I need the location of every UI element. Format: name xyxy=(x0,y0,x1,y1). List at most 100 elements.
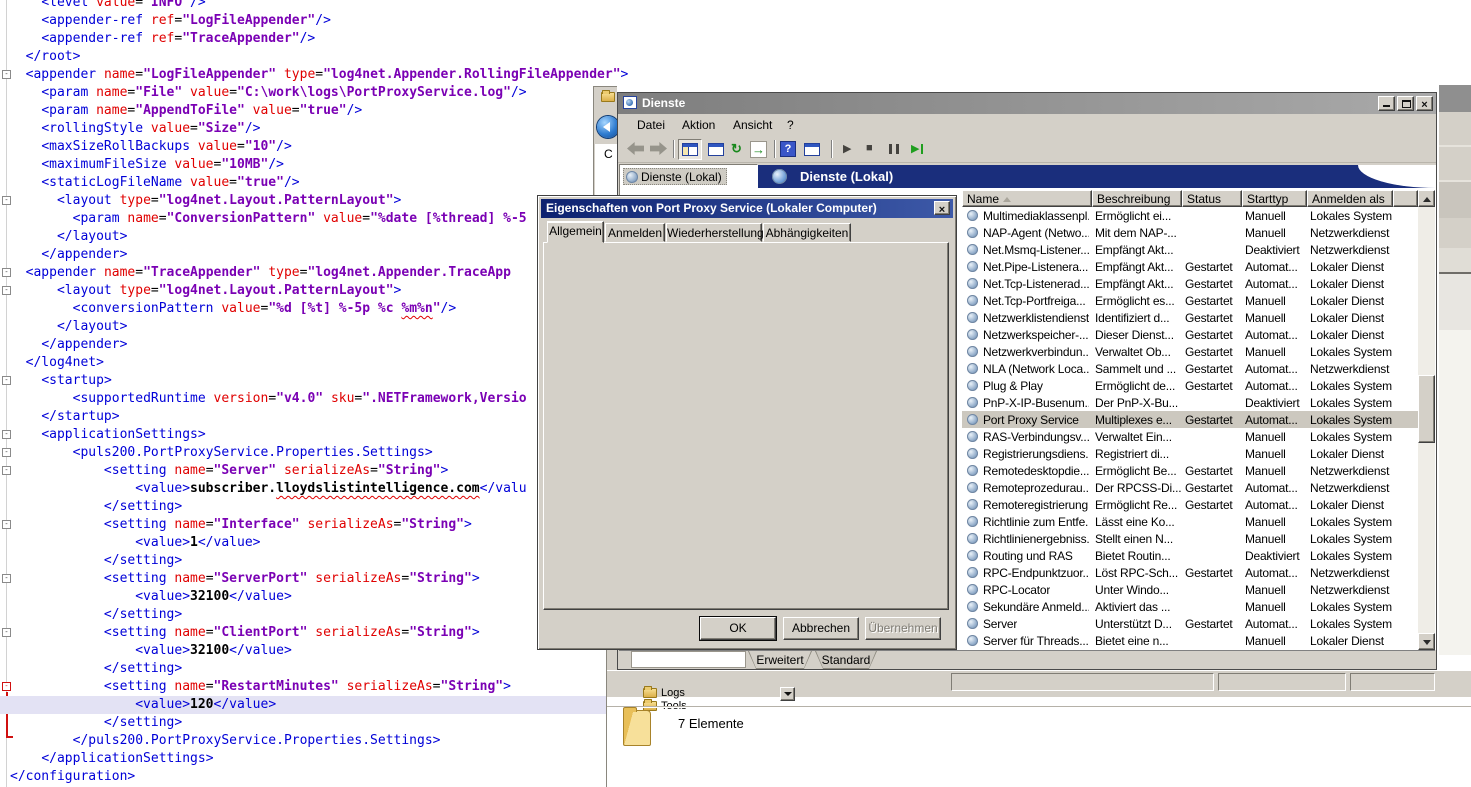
cell-beschreibung: Dieser Dienst... xyxy=(1092,328,1182,342)
tab-standard[interactable]: Standard xyxy=(815,651,877,669)
cell-status: Gestartet xyxy=(1182,362,1242,376)
new-window-icon[interactable] xyxy=(804,143,820,156)
abbrechen-button[interactable]: Abbrechen xyxy=(783,617,859,640)
cell-anmelden-als: Netzwerkdienst xyxy=(1307,362,1393,376)
cell-starttyp: Manuell xyxy=(1242,209,1307,223)
forward-icon[interactable] xyxy=(650,142,667,155)
column-header-starttyp[interactable]: Starttyp xyxy=(1242,190,1307,207)
properties-icon[interactable] xyxy=(708,143,724,156)
tree-item-dienste-lokal[interactable]: Dienste (Lokal) xyxy=(623,168,727,185)
cell-status: Gestartet xyxy=(1182,617,1242,631)
maximize-button[interactable] xyxy=(1397,96,1414,111)
services-table: Name Beschreibung Status Starttyp Anmeld… xyxy=(962,190,1418,650)
help-icon[interactable]: ? xyxy=(780,141,796,157)
tab-abhaengigkeiten[interactable]: Abhängigkeiten xyxy=(763,223,851,242)
table-row[interactable]: Net.Tcp-Portfreiga...Ermöglicht es...Ges… xyxy=(962,292,1418,309)
table-row[interactable]: Richtlinienergebniss...Stellt einen N...… xyxy=(962,530,1418,547)
table-row[interactable]: Port Proxy ServiceMultiplexes e...Gestar… xyxy=(962,411,1418,428)
cell-status: Gestartet xyxy=(1182,464,1242,478)
table-row[interactable]: Net.Tcp-Listenerad...Empfängt Akt...Gest… xyxy=(962,275,1418,292)
menu-help[interactable]: ? xyxy=(787,118,794,132)
cell-anmelden-als: Lokales System xyxy=(1307,209,1393,223)
table-row[interactable]: Net.Pipe-Listenera...Empfängt Akt...Gest… xyxy=(962,258,1418,275)
cell-status: Gestartet xyxy=(1182,311,1242,325)
cell-anmelden-als: Lokaler Dienst xyxy=(1307,311,1393,325)
folder-list-item[interactable]: Logs xyxy=(643,686,685,699)
export-list-icon[interactable]: → xyxy=(750,141,767,158)
tab-anmelden[interactable]: Anmelden xyxy=(605,223,665,242)
table-row[interactable]: Routing und RASBietet Routin...Deaktivie… xyxy=(962,547,1418,564)
show-console-tree-button[interactable] xyxy=(678,139,702,160)
minimize-button[interactable] xyxy=(1378,96,1395,111)
table-row[interactable]: RPC-Endpunktzuor...Löst RPC-Sch...Gestar… xyxy=(962,564,1418,581)
back-icon[interactable] xyxy=(627,142,644,155)
scrollbar-thumb[interactable] xyxy=(1418,375,1435,443)
table-row[interactable]: Richtlinie zum Entfe...Lässt eine Ko...M… xyxy=(962,513,1418,530)
table-row[interactable]: PnP-X-IP-Busenum...Der PnP-X-Bu...Deakti… xyxy=(962,394,1418,411)
service-gear-icon xyxy=(967,380,978,391)
column-header-anmelden-als[interactable]: Anmelden als xyxy=(1307,190,1393,207)
column-label: Name xyxy=(967,192,999,206)
pause-service-icon[interactable] xyxy=(889,144,899,154)
table-row[interactable]: NAP-Agent (Netwo...Mit dem NAP-...Manuel… xyxy=(962,224,1418,241)
table-row[interactable]: NLA (Network Loca...Sammelt und ...Gesta… xyxy=(962,360,1418,377)
start-service-icon[interactable]: ▶ xyxy=(843,142,851,155)
table-scrollbar[interactable] xyxy=(1418,190,1435,650)
services-titlebar[interactable]: Dienste × xyxy=(618,93,1436,114)
dialog-close-button[interactable]: × xyxy=(934,201,950,215)
table-row[interactable]: Server für Threads...Bietet eine n...Man… xyxy=(962,632,1418,649)
back-button[interactable] xyxy=(597,116,617,138)
table-row[interactable]: Multimediaklassenpl...Ermöglicht ei...Ma… xyxy=(962,207,1418,224)
cell-starttyp: Manuell xyxy=(1242,294,1307,308)
table-row[interactable]: NetzwerklistendienstIdentifiziert d...Ge… xyxy=(962,309,1418,326)
table-row[interactable]: ServerUnterstützt D...GestartetAutomat..… xyxy=(962,615,1418,632)
menu-ansicht[interactable]: Ansicht xyxy=(733,118,772,132)
cell-status: Gestartet xyxy=(1182,379,1242,393)
service-gear-icon xyxy=(967,227,978,238)
background-window-sliver xyxy=(1437,85,1471,655)
table-row[interactable]: RPC-LocatorUnter Windo...ManuellNetzwerk… xyxy=(962,581,1418,598)
table-row[interactable]: Netzwerkverbindun...Verwaltet Ob...Gesta… xyxy=(962,343,1418,360)
uebernehmen-button[interactable]: Übernehmen xyxy=(865,617,941,640)
cell-anmelden-als: Lokales System xyxy=(1307,549,1393,563)
stop-service-icon[interactable]: ■ xyxy=(866,142,873,154)
column-label: Starttyp xyxy=(1247,192,1288,206)
menu-datei[interactable]: Datei xyxy=(637,118,665,132)
dialog-titlebar[interactable]: Eigenschaften von Port Proxy Service (Lo… xyxy=(541,199,953,218)
close-button[interactable]: × xyxy=(1416,96,1433,111)
scroll-down-button[interactable] xyxy=(1418,633,1435,650)
table-row[interactable]: Sekundäre Anmeld...Aktiviert das ...Manu… xyxy=(962,598,1418,615)
table-row[interactable]: Plug & PlayErmöglicht de...GestartetAuto… xyxy=(962,377,1418,394)
cell-status: Gestartet xyxy=(1182,277,1242,291)
dropdown-button[interactable] xyxy=(780,687,795,701)
cell-beschreibung: Lässt eine Ko... xyxy=(1092,515,1182,529)
scroll-up-button[interactable] xyxy=(1418,190,1435,207)
cell-name: RAS-Verbindungsv... xyxy=(962,430,1092,444)
statusbar-segment xyxy=(951,673,1214,691)
table-row[interactable]: Registrierungsdiens...Registriert di...M… xyxy=(962,445,1418,462)
menu-aktion[interactable]: Aktion xyxy=(682,118,715,132)
service-gear-icon xyxy=(967,431,978,442)
column-header-status[interactable]: Status xyxy=(1182,190,1242,207)
cell-status: Gestartet xyxy=(1182,498,1242,512)
table-row[interactable]: Net.Msmq-Listener...Empfängt Akt...Deakt… xyxy=(962,241,1418,258)
restart-service-icon[interactable]: ▶ xyxy=(911,142,919,155)
tab-allgemein[interactable]: Allgemein xyxy=(547,221,604,243)
statusbar-segment xyxy=(1350,673,1435,691)
tab-erweitert[interactable]: Erweitert xyxy=(748,651,812,669)
table-row[interactable]: RemoteregistrierungErmöglicht Re...Gesta… xyxy=(962,496,1418,513)
column-header-beschreibung[interactable]: Beschreibung xyxy=(1092,190,1182,207)
table-row[interactable]: Netzwerkspeicher-...Dieser Dienst...Gest… xyxy=(962,326,1418,343)
code-line: <appender-ref ref="LogFileAppender"/> xyxy=(10,12,1471,30)
table-row[interactable]: Remoteprozedurau...Der RPCSS-Di...Gestar… xyxy=(962,479,1418,496)
cell-anmelden-als: Netzwerkdienst xyxy=(1307,243,1393,257)
cell-beschreibung: Der PnP-X-Bu... xyxy=(1092,396,1182,410)
table-row[interactable]: Remotedesktopdie...Ermöglicht Be...Gesta… xyxy=(962,462,1418,479)
refresh-icon[interactable]: ↻ xyxy=(728,141,745,158)
column-header-name[interactable]: Name xyxy=(962,190,1092,207)
cell-anmelden-als: Lokales System xyxy=(1307,600,1393,614)
cell-anmelden-als: Lokales System xyxy=(1307,430,1393,444)
table-row[interactable]: RAS-Verbindungsv...Verwaltet Ein...Manue… xyxy=(962,428,1418,445)
tab-wiederherstellung[interactable]: Wiederherstellung xyxy=(666,223,762,242)
ok-button[interactable]: OK xyxy=(700,617,776,640)
